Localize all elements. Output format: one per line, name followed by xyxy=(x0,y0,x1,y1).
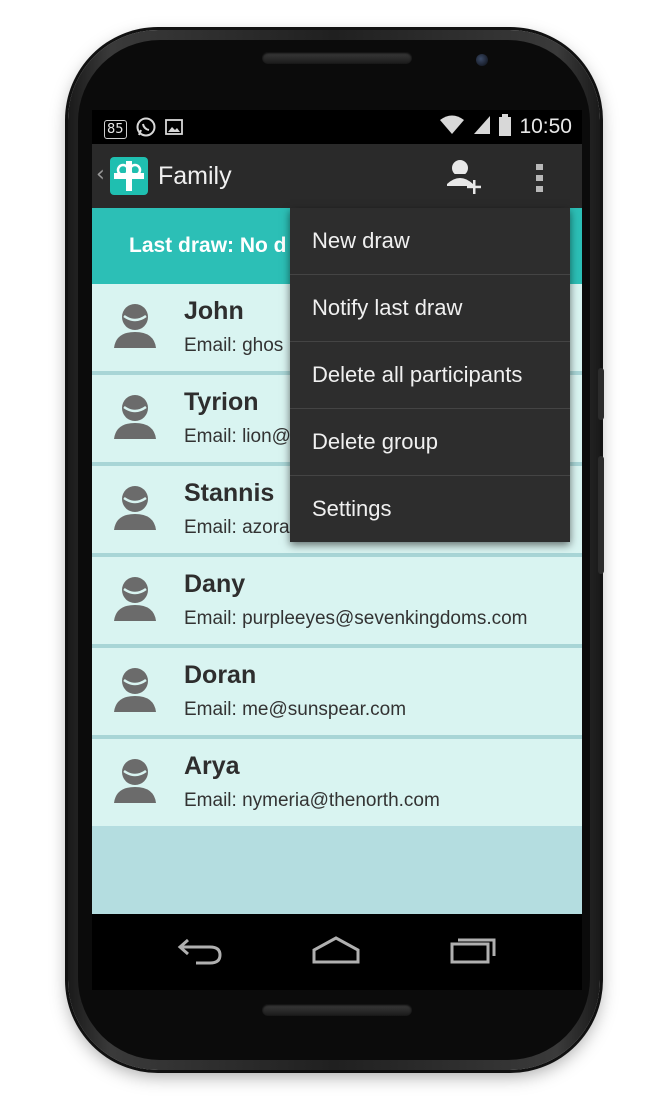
person-icon xyxy=(112,484,158,532)
power-button xyxy=(598,368,604,420)
participant-name: Stannis xyxy=(184,479,275,507)
participant-email: Email: ghos xyxy=(184,335,284,356)
participant-name: John xyxy=(184,297,244,325)
participant-name: Tyrion xyxy=(184,388,259,416)
image-icon xyxy=(164,118,183,140)
signal-icon xyxy=(473,115,491,139)
menu-item-settings[interactable]: Settings xyxy=(290,476,570,542)
up-navigation-icon[interactable]: ‹ xyxy=(96,162,105,187)
participant-name: Arya xyxy=(184,752,240,780)
navigation-bar xyxy=(92,914,582,990)
participant-name: Dany xyxy=(184,570,246,598)
front-camera xyxy=(476,54,488,66)
participant-row[interactable]: Dany Email: purpleeyes@sevenkingdoms.com xyxy=(92,557,582,648)
whatsapp-icon xyxy=(135,116,157,142)
clock: 10:50 xyxy=(519,115,572,138)
participant-email: Email: me@sunspear.com xyxy=(184,699,407,720)
app-gift-icon[interactable] xyxy=(110,157,148,195)
overflow-menu-icon[interactable] xyxy=(530,162,550,194)
action-bar: ‹ Family xyxy=(92,144,582,208)
add-person-icon[interactable] xyxy=(444,156,484,200)
recents-icon[interactable] xyxy=(448,932,500,970)
participant-email: Email: nymeria@thenorth.com xyxy=(184,790,440,811)
person-icon xyxy=(112,575,158,623)
participant-email: Email: azora xyxy=(184,517,290,538)
last-draw-text: Last draw: No d xyxy=(129,234,287,257)
person-icon xyxy=(112,302,158,350)
participant-email: Email: lion@ xyxy=(184,426,291,447)
bottom-speaker xyxy=(262,1004,412,1016)
overflow-menu: New draw Notify last draw Delete all par… xyxy=(290,208,570,542)
menu-item-new-draw[interactable]: New draw xyxy=(290,208,570,275)
page-title: Family xyxy=(158,162,232,190)
menu-item-delete-group[interactable]: Delete group xyxy=(290,409,570,476)
battery-icon xyxy=(499,114,512,140)
participant-row[interactable]: Arya Email: nymeria@thenorth.com xyxy=(92,739,582,826)
notification-count-badge: 85 xyxy=(104,119,127,139)
home-icon[interactable] xyxy=(310,932,362,970)
menu-item-delete-all-participants[interactable]: Delete all participants xyxy=(290,342,570,409)
screen: 85 10:50 ‹ Family Last draw: No d John E… xyxy=(92,110,582,914)
person-icon xyxy=(112,666,158,714)
menu-item-notify-last-draw[interactable]: Notify last draw xyxy=(290,275,570,342)
status-bar: 85 10:50 xyxy=(92,110,582,144)
volume-button xyxy=(598,456,604,574)
person-icon xyxy=(112,757,158,805)
back-icon[interactable] xyxy=(176,932,224,970)
wifi-icon xyxy=(439,115,465,139)
person-icon xyxy=(112,393,158,441)
earpiece-speaker xyxy=(262,52,412,64)
participant-email: Email: purpleeyes@sevenkingdoms.com xyxy=(184,608,528,629)
participant-row[interactable]: Doran Email: me@sunspear.com xyxy=(92,648,582,739)
participant-name: Doran xyxy=(184,661,257,689)
